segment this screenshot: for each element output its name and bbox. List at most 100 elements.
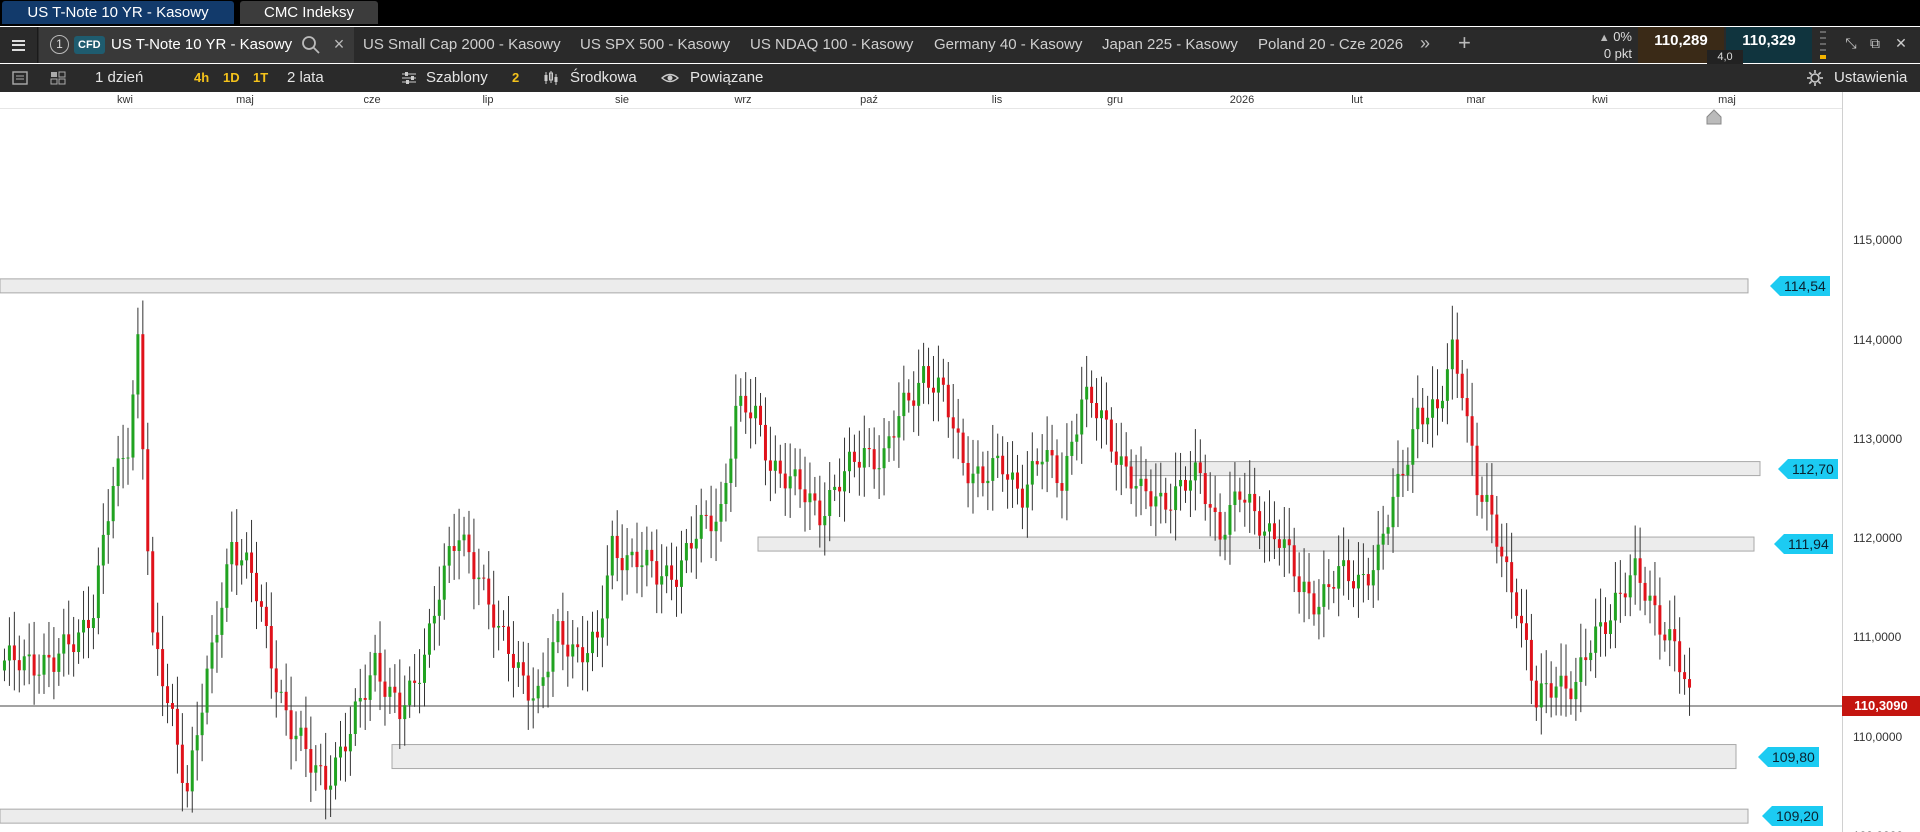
candle-body bbox=[1030, 461, 1034, 485]
sliders-icon[interactable] bbox=[400, 69, 418, 87]
level-zone bbox=[0, 278, 1749, 294]
candle-body bbox=[200, 712, 204, 736]
candle-body bbox=[319, 765, 323, 767]
candle-body bbox=[289, 710, 293, 740]
add-tab-icon[interactable]: + bbox=[1458, 30, 1471, 56]
templates-button[interactable]: Szablony bbox=[426, 64, 488, 92]
time-marker-icon[interactable] bbox=[1706, 109, 1722, 125]
candle-body bbox=[363, 697, 367, 700]
candle-body bbox=[1628, 575, 1632, 598]
level-tag[interactable]: 112,70 bbox=[1778, 458, 1838, 479]
active-instrument-tab[interactable]: 1 CFD US T-Note 10 YR - Kasowy × bbox=[39, 27, 354, 63]
level-zone bbox=[757, 536, 1755, 552]
candle-body bbox=[694, 538, 698, 549]
candle-body bbox=[1633, 558, 1637, 576]
price-chart[interactable] bbox=[0, 109, 1842, 832]
candle-body bbox=[413, 680, 417, 683]
level-zone bbox=[1129, 461, 1761, 477]
candle-body bbox=[423, 654, 426, 683]
close-icon[interactable]: × bbox=[329, 34, 349, 56]
menu-button[interactable] bbox=[0, 27, 38, 63]
candle-body bbox=[1391, 496, 1395, 528]
candle-body bbox=[1411, 429, 1415, 465]
range-selector[interactable]: 2 lata bbox=[287, 64, 324, 92]
candle-body bbox=[927, 366, 931, 388]
search-icon[interactable] bbox=[301, 35, 321, 55]
date-label: sie bbox=[614, 94, 630, 106]
candle-body bbox=[1001, 455, 1005, 475]
gear-icon[interactable] bbox=[1806, 69, 1824, 87]
candle-body bbox=[1450, 339, 1454, 370]
candle-body bbox=[1495, 514, 1499, 547]
candle-body bbox=[1169, 509, 1173, 511]
interval-1d-button[interactable]: 1D bbox=[223, 64, 240, 92]
candle-body bbox=[502, 625, 506, 627]
candle-body bbox=[1564, 675, 1568, 689]
instrument-tab-germany-40[interactable]: Germany 40 - Kasowy bbox=[934, 36, 1082, 53]
candle-body bbox=[1386, 527, 1390, 534]
price-axis[interactable]: 115,0000 114,0000 113,0000 112,0000 111,0000… bbox=[1842, 92, 1920, 832]
workspace-tab-t-note[interactable]: US T-Note 10 YR - Kasowy bbox=[2, 1, 234, 24]
candle-body bbox=[329, 785, 333, 790]
candle-body bbox=[269, 626, 273, 669]
interval-selector[interactable]: 1 dzień bbox=[95, 64, 143, 92]
workspace-tab-cmc-indeksy[interactable]: CMC Indeksy bbox=[240, 1, 378, 24]
candle-body bbox=[1035, 461, 1039, 465]
candle-body bbox=[279, 691, 283, 693]
chart-toolbar: 1 dzień 4h 1D 1T 2 lata Szablony 2 Środk… bbox=[0, 64, 1920, 92]
level-tag[interactable]: 109,80 bbox=[1758, 746, 1819, 767]
candle-body bbox=[679, 560, 683, 587]
candle-body bbox=[482, 577, 486, 579]
instrument-tab-ndaq-100[interactable]: US NDAQ 100 - Kasowy bbox=[750, 36, 913, 53]
candle-body bbox=[813, 493, 817, 501]
candle-body bbox=[1208, 504, 1212, 508]
price-type-selector[interactable]: Środkowa bbox=[570, 64, 637, 92]
candle-body bbox=[1455, 339, 1459, 374]
layout-icon[interactable] bbox=[49, 69, 67, 87]
candle-body bbox=[1475, 445, 1479, 496]
level-tag[interactable]: 114,54 bbox=[1770, 275, 1830, 296]
candle-body bbox=[1663, 634, 1667, 641]
candle-body bbox=[1095, 403, 1099, 419]
instrument-tab-spx-500[interactable]: US SPX 500 - Kasowy bbox=[580, 36, 730, 53]
candlestick-icon[interactable] bbox=[542, 69, 560, 87]
price-axis-label: 110,0000 bbox=[1853, 729, 1903, 744]
interval-1t-button[interactable]: 1T bbox=[253, 64, 268, 92]
candle-body bbox=[1139, 478, 1143, 487]
candle-body bbox=[1529, 639, 1533, 681]
popout-icon[interactable]: ⧉ bbox=[1866, 35, 1884, 53]
more-tabs-icon[interactable]: » bbox=[1420, 33, 1430, 54]
related-button[interactable]: Powiązane bbox=[690, 64, 763, 92]
candle-body bbox=[72, 644, 76, 653]
candle-body bbox=[264, 606, 268, 627]
candle-body bbox=[1134, 486, 1138, 489]
candle-body bbox=[472, 552, 476, 580]
candle-body bbox=[1243, 499, 1247, 503]
instrument-tab-small-cap[interactable]: US Small Cap 2000 - Kasowy bbox=[363, 36, 561, 53]
candle-body bbox=[1465, 398, 1469, 417]
candle-body bbox=[1154, 496, 1158, 507]
candle-body bbox=[1109, 419, 1113, 452]
date-label: cze bbox=[363, 94, 381, 106]
price-change: ▲ 0% 0 pkt bbox=[1586, 29, 1632, 62]
candle-body bbox=[418, 682, 422, 684]
level-tag[interactable]: 111,94 bbox=[1774, 534, 1833, 555]
candle-body bbox=[630, 551, 634, 556]
candle-body bbox=[749, 412, 753, 419]
close-window-icon[interactable]: ✕ bbox=[1892, 35, 1910, 53]
eye-icon[interactable] bbox=[661, 69, 679, 87]
candle-body bbox=[600, 618, 604, 638]
candle-body bbox=[284, 691, 288, 711]
candle-body bbox=[724, 482, 728, 504]
level-tag[interactable]: 109,20 bbox=[1762, 806, 1823, 827]
interval-4h-button[interactable]: 4h bbox=[194, 64, 209, 92]
candle-body bbox=[37, 674, 41, 676]
candle-body bbox=[635, 551, 639, 568]
instrument-tab-poland-20[interactable]: Poland 20 - Cze 2026 bbox=[1258, 36, 1403, 53]
candle-body bbox=[1080, 399, 1084, 435]
collapse-icon[interactable]: ⤡ bbox=[1842, 35, 1860, 53]
list-icon[interactable] bbox=[11, 69, 29, 87]
instrument-tab-japan-225[interactable]: Japan 225 - Kasowy bbox=[1102, 36, 1238, 53]
settings-button[interactable]: Ustawienia bbox=[1834, 64, 1907, 92]
candle-body bbox=[1381, 533, 1385, 545]
